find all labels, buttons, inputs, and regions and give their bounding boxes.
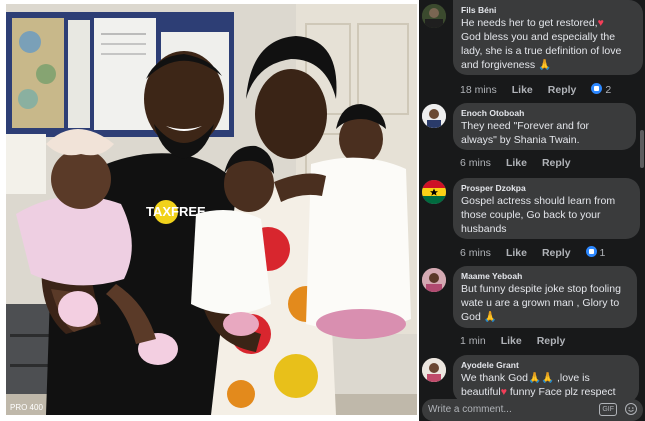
avatar[interactable] xyxy=(422,358,446,382)
comment-text: They need "Forever and for always" by Sh… xyxy=(461,120,590,146)
reply-button[interactable]: Reply xyxy=(542,247,571,259)
folded-hands-emoji-icon: 🙏 xyxy=(538,59,552,71)
comment-time[interactable]: 1 min xyxy=(460,335,486,347)
comment-author[interactable]: Enoch Otoboah xyxy=(461,108,627,119)
gif-icon[interactable]: GIF xyxy=(599,403,617,416)
comment-author[interactable]: Ayodele Grant xyxy=(461,360,630,371)
comment-text: We thank God🙏🙏 ,love is beautiful♥ funny… xyxy=(461,372,616,398)
comments-panel[interactable]: Fils Béni He needs her to get restored,♥… xyxy=(419,0,645,421)
comment-bubble: Enoch Otoboah They need "Forever and for… xyxy=(453,103,636,150)
comment-composer[interactable]: Write a comment... GIF xyxy=(422,399,643,421)
emoji-smile-icon[interactable] xyxy=(625,403,637,415)
comment-meta: 6 mins Like Reply 1 xyxy=(460,246,605,259)
comment-bubble: Fils Béni He needs her to get restored,♥… xyxy=(453,0,643,75)
post-photo[interactable]: TAXFREE PRO 400 xyxy=(6,4,417,415)
comment-author[interactable]: Fils Béni xyxy=(461,5,634,16)
like-button[interactable]: Like xyxy=(506,247,527,259)
comment-meta: 18 mins Like Reply 2 xyxy=(460,83,611,96)
comment-meta: 6 mins Like Reply xyxy=(460,157,586,169)
avatar[interactable] xyxy=(422,4,446,28)
like-button[interactable]: Like xyxy=(506,157,527,169)
comment-bubble: Ayodele Grant We thank God🙏🙏 ,love is be… xyxy=(453,355,639,403)
like-reaction-icon xyxy=(585,246,597,257)
reply-button[interactable]: Reply xyxy=(548,84,577,96)
comment-bubble: Maame Yeboah But funny despite joke stop… xyxy=(453,266,637,328)
like-button[interactable]: Like xyxy=(512,84,533,96)
scrollbar[interactable] xyxy=(640,130,644,168)
avatar-image-icon xyxy=(422,104,446,128)
reply-button[interactable]: Reply xyxy=(537,335,566,347)
film-stamp-text: PRO 400 xyxy=(10,403,43,412)
comment-text: He needs her to get restored,♥ God bless… xyxy=(461,17,622,71)
reply-button[interactable]: Reply xyxy=(542,157,571,169)
reaction-count[interactable]: 1 xyxy=(585,246,605,259)
folded-hands-emoji-icon: 🙏 xyxy=(483,311,497,323)
smile-face-icon xyxy=(628,407,634,412)
comment-input-placeholder[interactable]: Write a comment... xyxy=(428,404,512,415)
comment-bubble: Prosper Dzokpa Gospel actress should lea… xyxy=(453,178,640,239)
ghana-flag-icon xyxy=(422,180,446,204)
avatar[interactable] xyxy=(422,268,446,292)
comment-author[interactable]: Prosper Dzokpa xyxy=(461,183,631,194)
heart-emoji-icon: ♥ xyxy=(597,17,604,29)
avatar-image-icon xyxy=(422,268,446,292)
comment-text: But funny despite joke stop fooling wate… xyxy=(461,283,621,323)
reaction-count[interactable]: 2 xyxy=(591,83,611,96)
family-photo-illustration: TAXFREE PRO 400 xyxy=(6,4,417,415)
avatar[interactable] xyxy=(422,180,446,204)
comment-text: Gospel actress should learn from those c… xyxy=(461,195,616,235)
comment-meta: 1 min Like Reply xyxy=(460,335,580,347)
avatar[interactable] xyxy=(422,104,446,128)
comment-time[interactable]: 6 mins xyxy=(460,157,491,169)
comment-time[interactable]: 18 mins xyxy=(460,84,497,96)
folded-hands-emoji-icon: 🙏🙏 xyxy=(527,372,555,384)
avatar-image-icon xyxy=(422,358,446,382)
like-reaction-icon xyxy=(591,83,603,94)
comment-time[interactable]: 6 mins xyxy=(460,247,491,259)
like-button[interactable]: Like xyxy=(501,335,522,347)
comment-author[interactable]: Maame Yeboah xyxy=(461,271,628,282)
avatar-image-icon xyxy=(422,4,446,28)
